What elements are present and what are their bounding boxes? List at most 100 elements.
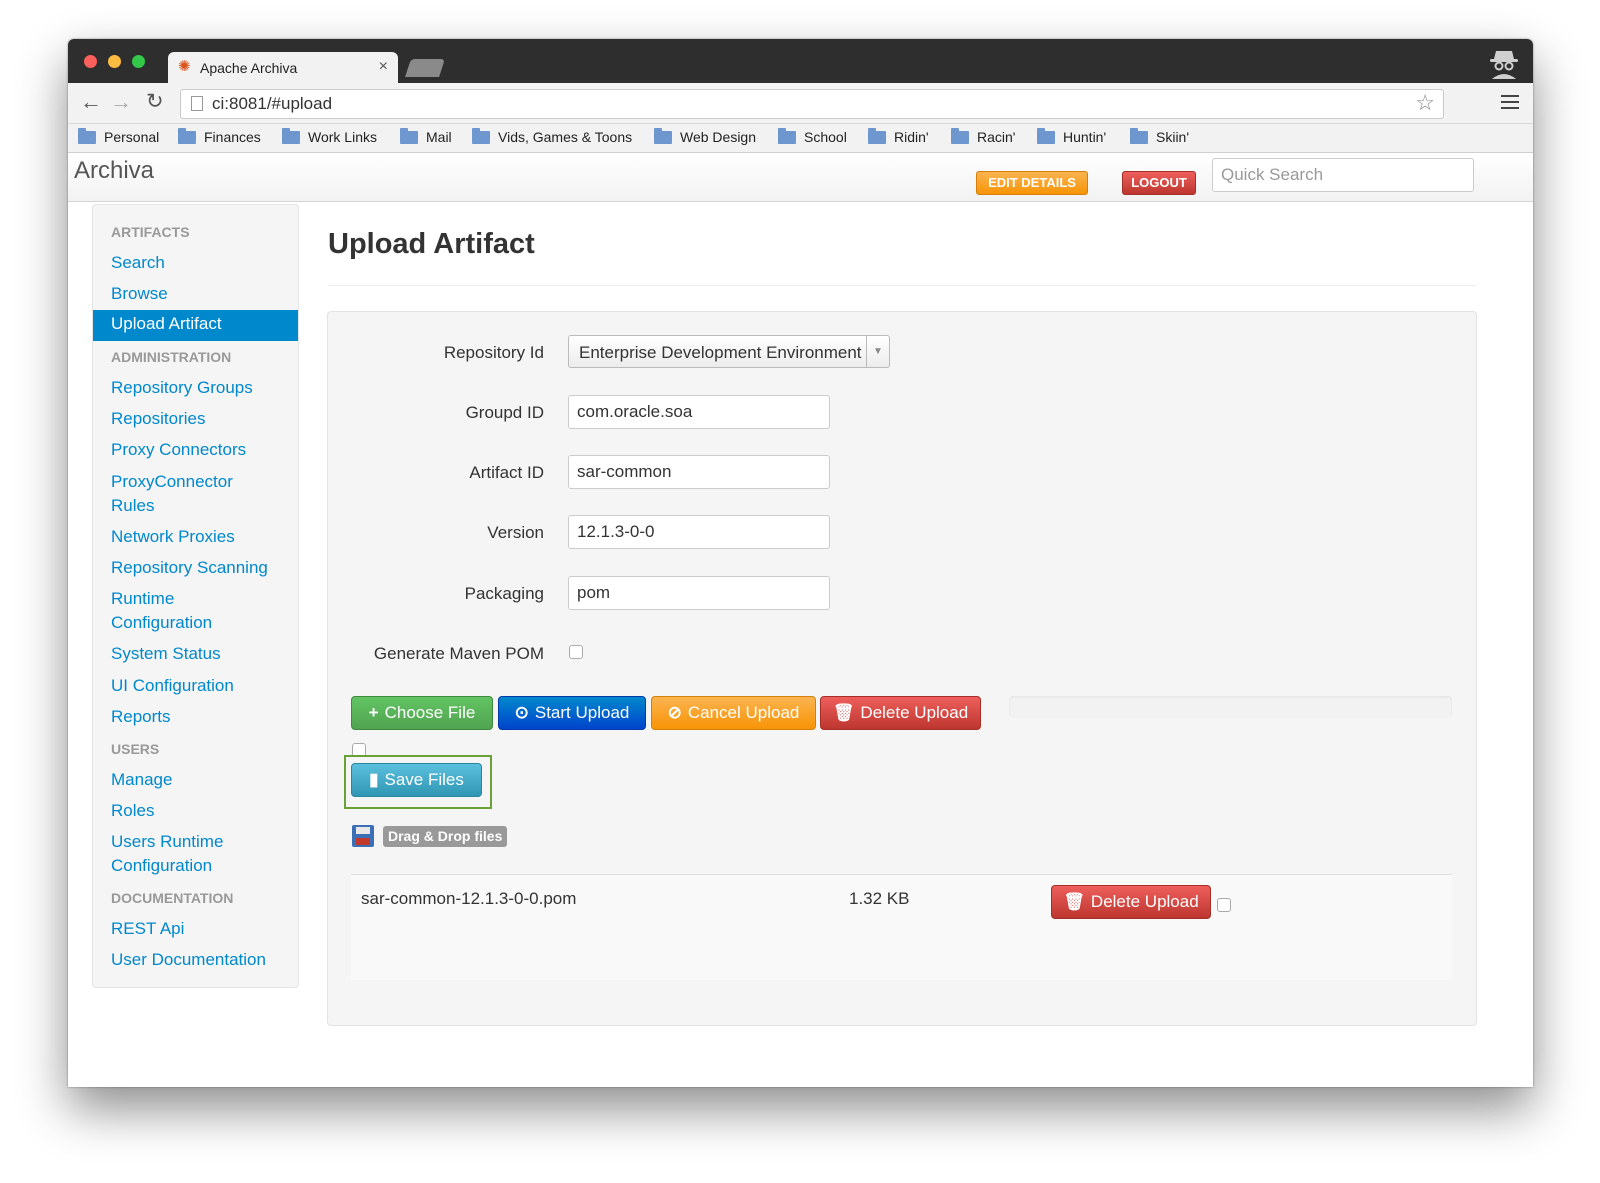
logout-button[interactable]: LOGOUT bbox=[1122, 171, 1196, 195]
address-bar[interactable]: ci:8081/#upload ☆ bbox=[180, 89, 1444, 119]
sidebar-item-runtime-configuration[interactable]: Runtime Configuration bbox=[111, 587, 212, 635]
repository-id-value: Enterprise Development Environment bbox=[579, 343, 862, 362]
tab-close-icon[interactable]: × bbox=[379, 58, 388, 76]
sidebar-item-reports[interactable]: Reports bbox=[111, 705, 171, 729]
start-upload-button[interactable]: ⊙ Start Upload bbox=[498, 696, 646, 730]
folder-icon bbox=[1130, 127, 1148, 144]
sidebar-item-browse[interactable]: Browse bbox=[111, 282, 168, 306]
plus-icon: + bbox=[368, 703, 379, 722]
sidebar-item-ui-configuration[interactable]: UI Configuration bbox=[111, 674, 234, 698]
brand-title[interactable]: Archiva bbox=[74, 157, 154, 185]
sidebar-item-proxy-connectors[interactable]: Proxy Connectors bbox=[111, 438, 246, 462]
bookmark-mail[interactable]: Mail bbox=[400, 127, 452, 145]
bookmark-star-icon[interactable]: ☆ bbox=[1415, 92, 1435, 114]
sidebar-item-rest-api[interactable]: REST Api bbox=[111, 917, 184, 941]
folder-icon bbox=[282, 127, 300, 144]
sidebar-item-proxyconnector-rules[interactable]: ProxyConnector Rules bbox=[111, 470, 233, 518]
sidebar-item-user-documentation[interactable]: User Documentation bbox=[111, 948, 266, 972]
repository-id-select[interactable]: Enterprise Development Environment ▼ bbox=[568, 335, 890, 368]
folder-icon bbox=[1037, 127, 1055, 144]
sidebar-item-label: Upload Artifact bbox=[111, 314, 222, 333]
bookmark-vids-games-toons[interactable]: Vids, Games & Toons bbox=[472, 127, 632, 145]
folder-icon bbox=[400, 127, 418, 144]
ban-icon: ⊘ bbox=[667, 703, 682, 722]
browser-tab[interactable]: ✺ Apache Archiva × bbox=[168, 52, 398, 83]
artifact-id-label: Artifact ID bbox=[469, 463, 544, 482]
delete-upload-button[interactable]: 🗑 Delete Upload bbox=[820, 696, 981, 730]
reload-icon[interactable]: ↻ bbox=[146, 90, 164, 114]
folder-icon bbox=[778, 127, 796, 144]
tab-title: Apache Archiva bbox=[200, 60, 298, 76]
choose-file-button[interactable]: + Choose File bbox=[351, 696, 493, 730]
save-files-button[interactable]: ▮ Save Files bbox=[351, 763, 482, 797]
incognito-icon bbox=[1490, 51, 1518, 79]
sidebar-item-system-status[interactable]: System Status bbox=[111, 642, 221, 666]
bookmark-racin[interactable]: Racin' bbox=[951, 127, 1015, 145]
sidebar-item-roles[interactable]: Roles bbox=[111, 799, 154, 823]
folder-icon bbox=[178, 127, 196, 144]
menu-icon[interactable] bbox=[1501, 95, 1519, 113]
repository-id-label: Repository Id bbox=[443, 343, 544, 362]
trash-icon: 🗑 bbox=[832, 703, 855, 722]
upload-circle-icon: ⊙ bbox=[514, 703, 529, 722]
upload-progress-bar bbox=[1009, 696, 1452, 718]
folder-icon bbox=[472, 127, 490, 144]
sidebar-header-documentation: DOCUMENTATION bbox=[111, 890, 234, 906]
sidebar-item-upload-artifact[interactable]: Upload Artifact bbox=[93, 310, 298, 341]
packaging-input[interactable] bbox=[568, 576, 830, 610]
button-label: Choose File bbox=[384, 703, 476, 722]
generate-pom-label: Generate Maven POM bbox=[373, 644, 544, 663]
title-bar: ✺ Apache Archiva × bbox=[68, 39, 1533, 83]
new-tab-button[interactable] bbox=[405, 59, 445, 77]
button-label: Start Upload bbox=[534, 703, 630, 722]
packaging-label: Packaging bbox=[464, 584, 544, 603]
group-id-input[interactable] bbox=[568, 395, 830, 429]
zoom-window-button[interactable] bbox=[132, 55, 145, 68]
bookmark-personal[interactable]: Personal bbox=[78, 127, 159, 145]
edit-details-button[interactable]: EDIT DETAILS bbox=[976, 171, 1088, 195]
sidebar-item-repository-scanning[interactable]: Repository Scanning bbox=[111, 556, 268, 580]
bookmark-school[interactable]: School bbox=[778, 127, 847, 145]
artifact-id-input[interactable] bbox=[568, 455, 830, 489]
folder-icon bbox=[951, 127, 969, 144]
floppy-disk-icon bbox=[352, 825, 374, 847]
row-delete-upload-button[interactable]: 🗑 Delete Upload bbox=[1051, 885, 1211, 919]
bookmark-huntin[interactable]: Huntin' bbox=[1037, 127, 1106, 145]
bookmark-finances[interactable]: Finances bbox=[178, 127, 261, 145]
bookmark-ridin[interactable]: Ridin' bbox=[868, 127, 929, 145]
browser-toolbar: ← → ↻ ci:8081/#upload ☆ bbox=[68, 83, 1533, 124]
sidebar-item-label: Rules bbox=[111, 496, 155, 515]
cancel-upload-button[interactable]: ⊘ Cancel Upload bbox=[651, 696, 816, 730]
quick-search-input[interactable] bbox=[1212, 158, 1474, 192]
button-label: Cancel Upload bbox=[687, 703, 800, 722]
forward-arrow-icon[interactable]: → bbox=[110, 90, 132, 114]
sidebar-item-repositories[interactable]: Repositories bbox=[111, 407, 206, 431]
sidebar-item-manage[interactable]: Manage bbox=[111, 768, 172, 792]
uploaded-files-table: sar-common-12.1.3-0-0.pom 1.32 KB 🗑 Delet… bbox=[351, 874, 1452, 980]
page-title: Upload Artifact bbox=[328, 228, 535, 260]
sidebar-item-users-runtime-configuration[interactable]: Users Runtime Configuration bbox=[111, 830, 223, 878]
minimize-window-button[interactable] bbox=[108, 55, 121, 68]
close-window-button[interactable] bbox=[84, 55, 97, 68]
bookmark-skiin[interactable]: Skiin' bbox=[1130, 127, 1189, 145]
generate-pom-checkbox[interactable] bbox=[569, 645, 583, 659]
title-divider bbox=[328, 285, 1476, 286]
file-name: sar-common-12.1.3-0-0.pom bbox=[361, 889, 577, 908]
sidebar-header-administration: ADMINISTRATION bbox=[111, 349, 232, 365]
sidebar-item-network-proxies[interactable]: Network Proxies bbox=[111, 525, 235, 549]
sidebar-item-label: Configuration bbox=[111, 856, 213, 875]
row-select-checkbox[interactable] bbox=[1217, 898, 1231, 912]
upload-form-panel: Repository Id Enterprise Development Env… bbox=[327, 311, 1477, 1026]
chevron-down-icon: ▼ bbox=[866, 336, 889, 367]
sidebar-item-search[interactable]: Search bbox=[111, 251, 165, 275]
url-text[interactable]: ci:8081/#upload bbox=[212, 94, 332, 114]
bookmark-web-design[interactable]: Web Design bbox=[654, 127, 756, 145]
sidebar-item-repository-groups[interactable]: Repository Groups bbox=[111, 376, 253, 400]
version-input[interactable] bbox=[568, 515, 830, 549]
bookmark-work-links[interactable]: Work Links bbox=[282, 127, 377, 145]
folder-icon bbox=[868, 127, 886, 144]
sidebar-header-users: USERS bbox=[111, 741, 160, 757]
trash-icon: 🗑 bbox=[1063, 892, 1085, 911]
file-size: 1.32 KB bbox=[849, 889, 910, 908]
back-arrow-icon[interactable]: ← bbox=[80, 90, 102, 114]
